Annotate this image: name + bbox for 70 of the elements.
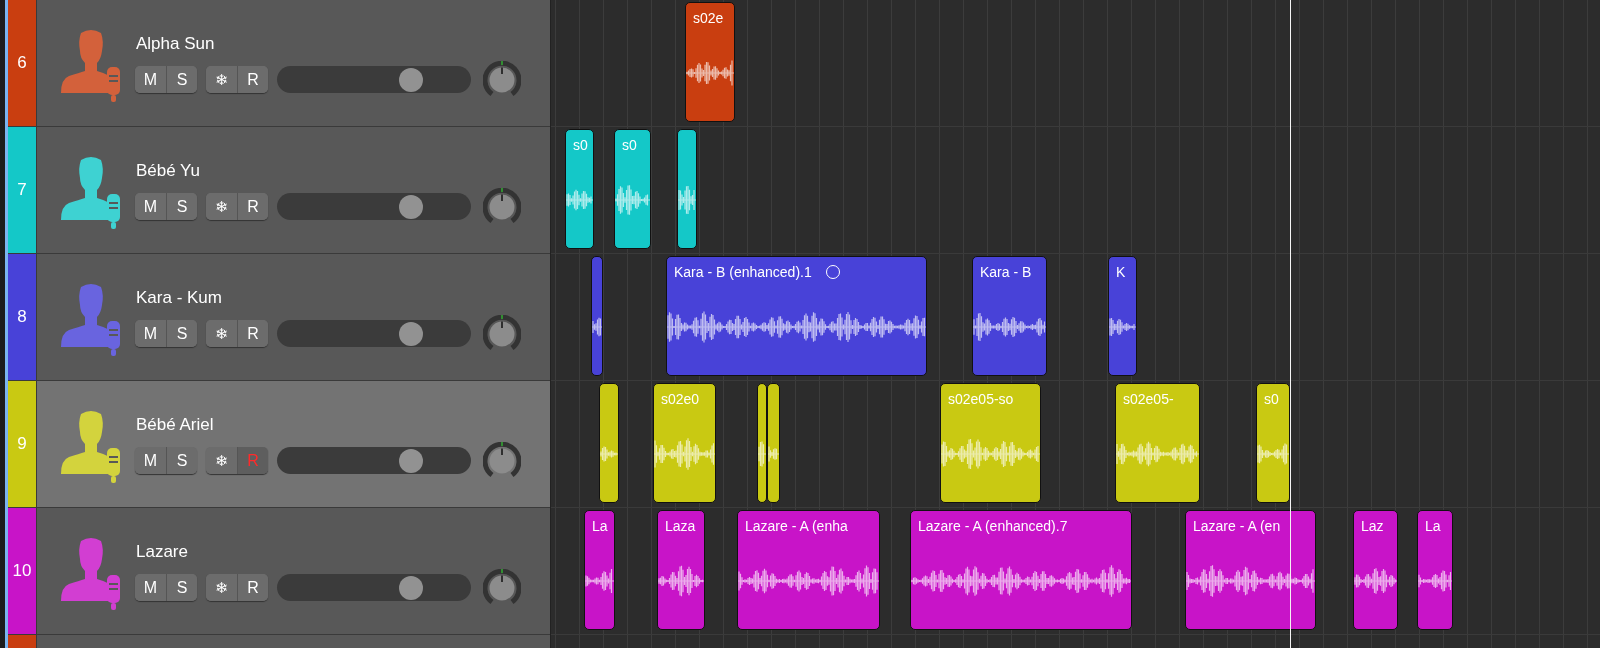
person-microphone-icon [59, 281, 123, 357]
volume-slider[interactable] [277, 193, 471, 220]
audio-region[interactable]: Laza [657, 510, 705, 630]
track-number: 10 [8, 508, 37, 634]
solo-button[interactable]: S [166, 574, 197, 601]
track-number: 7 [8, 127, 37, 253]
track-name: Lazare [136, 541, 189, 562]
solo-button[interactable]: S [166, 447, 197, 474]
track-header[interactable]: 6 Alpha Sun M S ❄ R [8, 0, 550, 127]
solo-button[interactable]: S [166, 193, 197, 220]
mute-button[interactable]: M [135, 320, 166, 347]
audio-region[interactable] [757, 383, 767, 503]
person-microphone-icon [59, 535, 123, 611]
audio-region[interactable]: La [584, 510, 615, 630]
track-name: Alpha Sun [136, 33, 216, 54]
mute-button[interactable]: M [135, 574, 166, 601]
audio-region[interactable]: s02e [685, 2, 735, 122]
record-button[interactable]: R [237, 574, 268, 601]
track-header[interactable]: 10 Lazare M S ❄ R [8, 508, 550, 635]
person-microphone-icon [59, 408, 123, 484]
audio-region[interactable]: K [1108, 256, 1137, 376]
solo-button[interactable]: S [166, 320, 197, 347]
freeze-button[interactable]: ❄ [206, 447, 237, 474]
record-button[interactable]: R [237, 66, 268, 93]
track-name: Bébé Ariel [136, 414, 215, 435]
track-number: 8 [8, 254, 37, 380]
freeze-button[interactable]: ❄ [206, 193, 237, 220]
pan-knob[interactable] [483, 314, 521, 353]
solo-button[interactable]: S [166, 66, 197, 93]
audio-region[interactable]: La [1417, 510, 1453, 630]
audio-region[interactable]: Lazare - A (enhanced).7 [910, 510, 1132, 630]
record-button[interactable]: R [237, 320, 268, 347]
pan-knob[interactable] [483, 60, 521, 99]
audio-region[interactable] [677, 129, 697, 249]
volume-slider[interactable] [277, 320, 471, 347]
record-button[interactable]: R [237, 193, 268, 220]
audio-region[interactable]: Laz [1353, 510, 1398, 630]
track-number: 6 [8, 0, 37, 126]
audio-region[interactable] [599, 383, 619, 503]
pan-knob[interactable] [483, 568, 521, 607]
audio-region[interactable] [767, 383, 780, 503]
slider-thumb[interactable] [399, 322, 424, 346]
freeze-button[interactable]: ❄ [206, 320, 237, 347]
track-number: 9 [8, 381, 37, 507]
freeze-button[interactable]: ❄ [206, 66, 237, 93]
audio-region[interactable]: Kara - B [972, 256, 1047, 376]
pan-knob[interactable] [483, 441, 521, 480]
slider-thumb[interactable] [399, 68, 424, 92]
pan-knob[interactable] [483, 187, 521, 226]
person-microphone-icon [59, 27, 123, 103]
track-name: Kara - Kum [136, 287, 223, 308]
slider-thumb[interactable] [399, 576, 424, 600]
mute-button[interactable]: M [135, 66, 166, 93]
volume-slider[interactable] [277, 574, 471, 601]
track-header[interactable]: 8 Kara - Kum M S ❄ R [8, 254, 550, 381]
volume-slider[interactable] [277, 447, 471, 474]
track-header[interactable]: 7 Bébé Yu M S ❄ R [8, 127, 550, 254]
audio-region[interactable]: Lazare - A (enha [737, 510, 880, 630]
audio-region[interactable]: Kara - B (enhanced).1 [666, 256, 927, 376]
freeze-button[interactable]: ❄ [206, 574, 237, 601]
mute-button[interactable]: M [135, 193, 166, 220]
audio-region[interactable]: Lazare - A (en [1185, 510, 1316, 630]
person-microphone-icon [59, 154, 123, 230]
slider-thumb[interactable] [399, 449, 424, 473]
mute-button[interactable]: M [135, 447, 166, 474]
audio-region[interactable] [591, 256, 603, 376]
track-name: Bébé Yu [136, 160, 201, 181]
volume-slider[interactable] [277, 66, 471, 93]
track-header[interactable]: 9 Bébé Ariel M S ❄ R [8, 381, 550, 508]
slider-thumb[interactable] [399, 195, 424, 219]
